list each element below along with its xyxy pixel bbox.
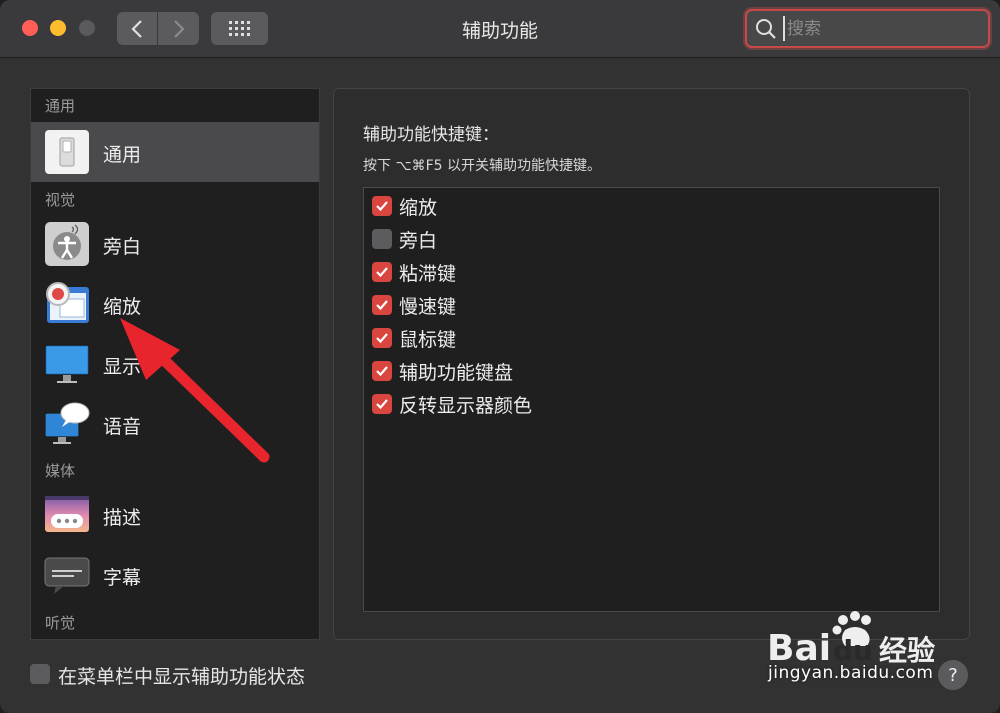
sidebar-item-label: 语音 bbox=[103, 416, 142, 438]
option-invert-colors[interactable]: 反转显示器颜色 bbox=[372, 389, 532, 419]
sidebar-item-label: 通用 bbox=[103, 144, 142, 166]
shortcut-options-list: 缩放 旁白 粘滞键 慢速键 鼠标键 辅助功能键盘 反转显示器颜色 bbox=[363, 187, 940, 612]
option-label: 鼠标键 bbox=[399, 328, 457, 351]
switch-icon bbox=[45, 130, 89, 174]
captions-icon bbox=[44, 557, 90, 594]
checkbox[interactable] bbox=[372, 328, 392, 348]
voiceover-icon bbox=[45, 222, 89, 266]
option-label: 旁白 bbox=[399, 229, 438, 252]
sidebar: 通用 通用 视觉 旁白 缩放 显示 语音 媒体 描述 字幕 听觉 bbox=[30, 88, 320, 640]
sidebar-item-label: 缩放 bbox=[103, 296, 142, 318]
option-label: 缩放 bbox=[399, 196, 438, 219]
section-header-hearing: 听觉 bbox=[45, 614, 76, 632]
titlebar: 辅助功能 bbox=[0, 0, 1000, 58]
sidebar-item-descriptions[interactable]: 描述 bbox=[31, 485, 319, 545]
search-icon bbox=[756, 19, 776, 39]
sidebar-item-zoom[interactable]: 缩放 bbox=[31, 274, 319, 334]
checkbox[interactable] bbox=[372, 394, 392, 414]
checkmark-icon bbox=[376, 333, 388, 344]
sidebar-item-voiceover[interactable]: 旁白 bbox=[31, 214, 319, 274]
descriptions-icon bbox=[45, 496, 89, 532]
checkbox[interactable] bbox=[372, 229, 392, 249]
checkmark-icon bbox=[376, 300, 388, 311]
checkmark-icon bbox=[376, 267, 388, 278]
speech-icon bbox=[44, 402, 90, 444]
sidebar-item-label: 字幕 bbox=[103, 567, 142, 589]
option-label: 反转显示器颜色 bbox=[399, 394, 533, 417]
option-accessibility-keyboard[interactable]: 辅助功能键盘 bbox=[372, 356, 513, 386]
section-header-vision: 视觉 bbox=[45, 191, 76, 209]
option-label: 粘滞键 bbox=[399, 262, 457, 285]
checkbox[interactable] bbox=[372, 361, 392, 381]
option-mouse-keys[interactable]: 鼠标键 bbox=[372, 323, 456, 353]
checkbox[interactable] bbox=[372, 196, 392, 216]
search-input[interactable] bbox=[783, 16, 978, 41]
zoom-icon bbox=[46, 282, 89, 323]
option-zoom[interactable]: 缩放 bbox=[372, 191, 437, 221]
option-slow-keys[interactable]: 慢速键 bbox=[372, 290, 456, 320]
section-header-media: 媒体 bbox=[45, 462, 76, 480]
display-icon bbox=[44, 344, 90, 383]
sidebar-item-label: 显示 bbox=[103, 356, 142, 378]
section-header-general: 通用 bbox=[45, 97, 76, 115]
search-field[interactable] bbox=[745, 9, 990, 48]
sidebar-item-display[interactable]: 显示 bbox=[31, 334, 319, 394]
baidu-watermark-logo: Bai du 经验 bbox=[767, 611, 935, 669]
checkbox[interactable] bbox=[372, 295, 392, 315]
checkbox[interactable] bbox=[372, 262, 392, 282]
checkmark-icon bbox=[376, 366, 388, 377]
option-sticky-keys[interactable]: 粘滞键 bbox=[372, 257, 456, 287]
show-in-menubar-label[interactable]: 在菜单栏中显示辅助功能状态 bbox=[58, 662, 305, 689]
checkmark-icon bbox=[376, 399, 388, 410]
watermark-text: jingyan.baidu.com bbox=[768, 663, 934, 683]
panel-title: 辅助功能快捷键： bbox=[363, 125, 499, 145]
sidebar-item-captions[interactable]: 字幕 bbox=[31, 545, 319, 605]
sidebar-item-label: 描述 bbox=[103, 507, 142, 529]
checkmark-icon bbox=[376, 201, 388, 212]
sidebar-item-speech[interactable]: 语音 bbox=[31, 394, 319, 454]
option-voiceover[interactable]: 旁白 bbox=[372, 224, 437, 254]
option-label: 慢速键 bbox=[399, 295, 457, 318]
option-label: 辅助功能键盘 bbox=[399, 361, 514, 384]
preferences-window: 辅助功能 通用 通用 视觉 bbox=[0, 0, 1000, 713]
panel-description: 按下 ⌥⌘F5 以开关辅助功能快捷键。 bbox=[363, 158, 601, 174]
sidebar-item-label: 旁白 bbox=[103, 236, 142, 258]
sidebar-item-general[interactable]: 通用 bbox=[31, 122, 319, 182]
show-in-menubar-checkbox[interactable] bbox=[30, 664, 50, 684]
